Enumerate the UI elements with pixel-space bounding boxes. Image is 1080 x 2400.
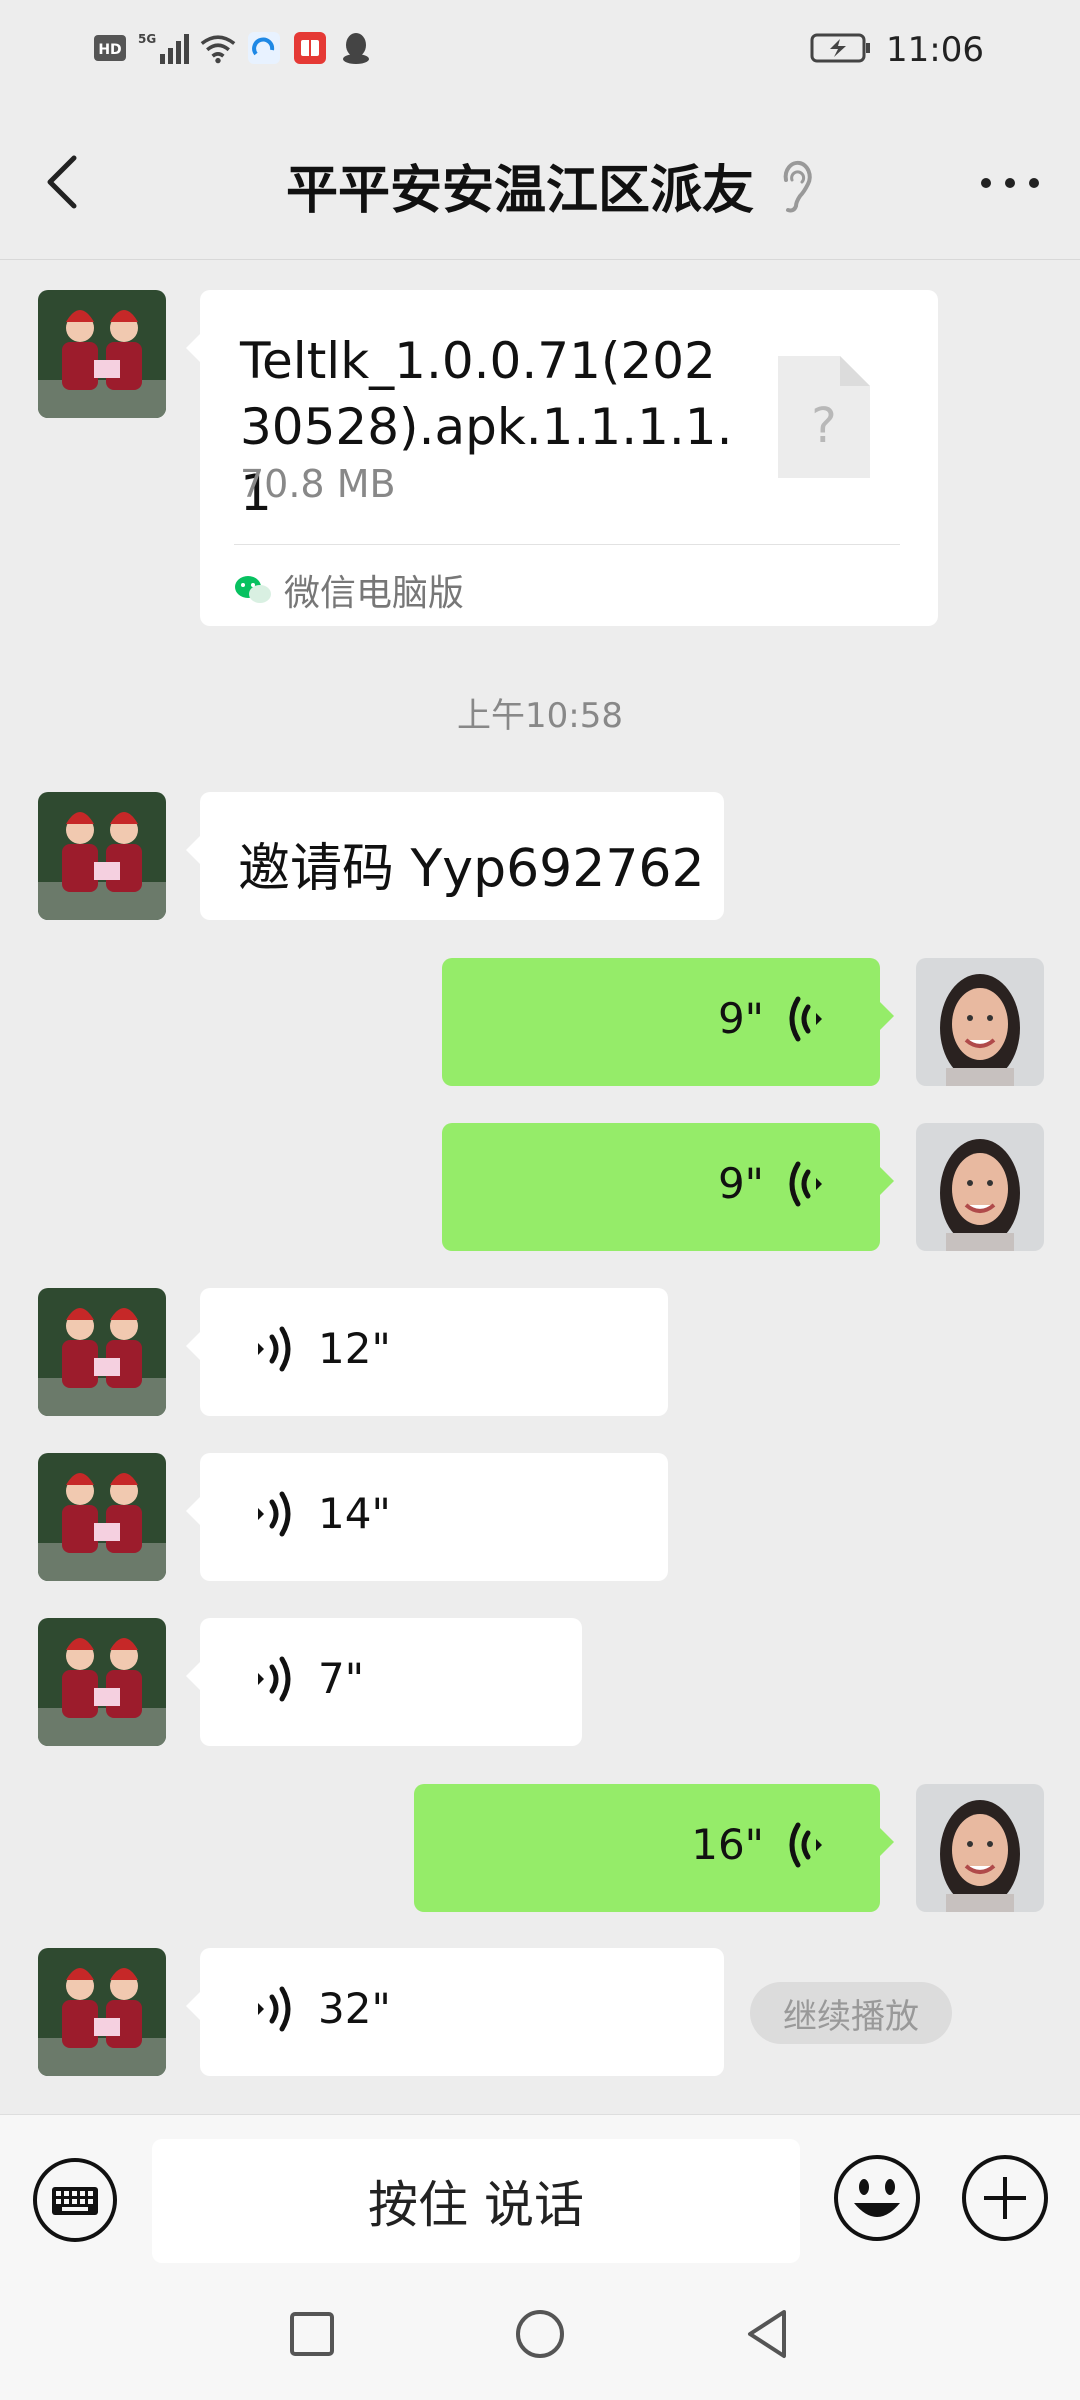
app-icon-red [292,30,328,66]
contact-avatar[interactable] [38,290,166,418]
status-icons-right: 11:06 [810,30,984,70]
invite-code-text: 邀请码 Yyp692762 [238,839,705,899]
voice-message-content: 16" [691,1820,824,1869]
emoji-icon [834,2155,920,2241]
voice-wave-icon [789,996,822,1041]
keyboard-toggle-button[interactable] [32,2157,118,2243]
square-icon [290,2312,334,2356]
voice-message-bubble[interactable]: 12" [186,1288,668,1416]
unknown-file-icon: ? [778,356,870,478]
triangle-back-icon [748,2310,786,2358]
voice-message-bubble[interactable]: 32" [186,1948,724,2076]
system-nav-bar [0,2278,1080,2400]
voice-message-content: 14" [256,1489,391,1538]
voice-wave-icon [789,1161,822,1206]
contact-avatar[interactable] [38,1948,166,2076]
voice-duration: 32" [318,1984,391,2033]
home-button[interactable] [510,2304,570,2364]
voice-duration: 9" [717,1159,764,1208]
voice-message-content: 9" [718,1159,824,1208]
voice-wave-icon [789,1822,822,1867]
my-avatar[interactable] [916,1784,1044,1912]
voice-duration: 12" [318,1324,391,1373]
voice-message-content: 9" [718,994,824,1043]
voice-message-bubble[interactable]: 9" [442,1123,894,1251]
file-message-bubble[interactable]: Teltlk_1.0.0.71(20230528).apk.1.1.1.1.1 … [186,290,938,626]
keyboard-icon [33,2158,117,2242]
circle-icon [516,2310,564,2358]
file-size: 70.8 MB [240,462,396,506]
hd-icon: HD [92,30,128,66]
wechat-icon [235,576,271,603]
contact-avatar[interactable] [38,1618,166,1746]
voice-message-content: 7" [256,1654,364,1703]
input-bar: 按住 说话 [0,2114,1080,2278]
hold-to-talk-button[interactable]: 按住 说话 [152,2139,800,2263]
voice-wave-icon [258,1491,291,1536]
svg-text:5G: 5G [138,32,156,46]
qq-icon [338,30,374,66]
chat-header: 平平安安温江区派友 [0,108,1080,260]
more-options-button[interactable] [970,158,1050,208]
voice-wave-icon [258,1326,291,1371]
plus-icon [962,2155,1048,2241]
file-source-label: 微信电脑版 [284,573,465,614]
more-functions-button[interactable] [960,2153,1050,2243]
emoji-button[interactable] [832,2153,922,2243]
status-icons-left: HD 5G [92,30,374,66]
svg-text:?: ? [811,398,836,454]
divider [234,544,900,545]
contact-avatar[interactable] [38,1288,166,1416]
my-avatar[interactable] [916,1123,1044,1251]
ear-icon [772,158,820,214]
voice-message-content: 32" [256,1984,391,2033]
wifi-icon [200,30,236,66]
contact-avatar[interactable] [38,1453,166,1581]
chat-title: 平平安安温江区派友 [285,161,754,221]
voice-message-bubble[interactable]: 14" [186,1453,668,1581]
svg-text:HD: HD [98,42,121,58]
recents-button[interactable] [282,2304,342,2364]
back-nav-button[interactable] [738,2304,798,2364]
status-time: 11:06 [886,30,984,70]
voice-duration: 16" [691,1820,764,1869]
voice-wave-icon [258,1986,291,2031]
voice-message-bubble[interactable]: 9" [442,958,894,1086]
voice-duration: 9" [717,994,764,1043]
voice-message-bubble[interactable]: 16" [414,1784,894,1912]
my-avatar[interactable] [916,958,1044,1086]
more-icon [981,178,1039,188]
file-source: 微信电脑版 [234,564,464,616]
voice-duration: 7" [318,1654,365,1703]
voice-duration: 14" [318,1489,391,1538]
signal-icon: 5G [138,30,190,66]
continue-playing-button[interactable]: 继续播放 [750,1982,952,2044]
app-icon-blue [246,30,282,66]
message-timestamp: 上午10:58 [457,696,623,736]
status-bar: HD 5G 11:06 [0,0,1080,108]
contact-avatar[interactable] [38,792,166,920]
text-message-bubble[interactable]: 邀请码 Yyp692762 [186,792,724,920]
battery-charging-icon [810,32,872,68]
voice-message-bubble[interactable]: 7" [186,1618,582,1746]
voice-message-content: 12" [256,1324,391,1373]
voice-wave-icon [258,1656,291,1701]
